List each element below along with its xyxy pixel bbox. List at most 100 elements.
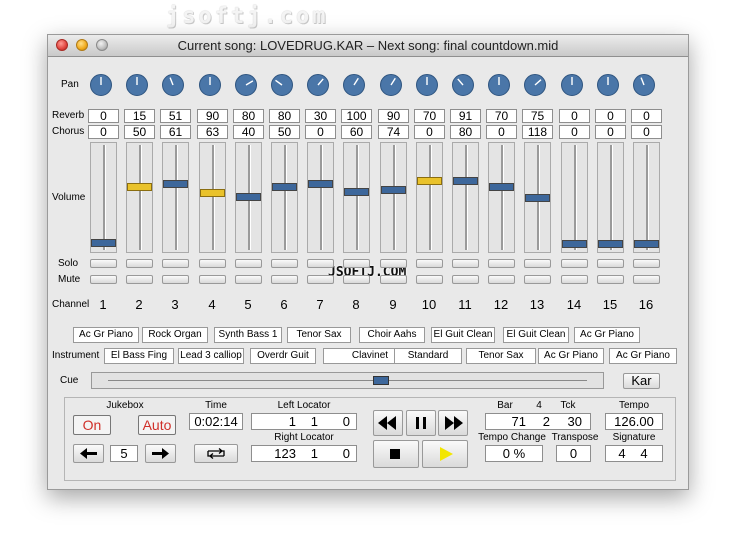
mute-button-16[interactable] — [633, 275, 660, 284]
position-field[interactable]: 71 2 30 — [485, 413, 591, 430]
volume-slider-7[interactable] — [307, 142, 334, 253]
reverb-value-9[interactable]: 90 — [378, 109, 409, 123]
instrument-select[interactable]: Synth Bass 1 — [214, 327, 282, 343]
pan-knob-9[interactable] — [380, 74, 402, 96]
pan-knob-7[interactable] — [307, 74, 329, 96]
instrument-select[interactable]: Ac Gr Piano — [609, 348, 677, 364]
mute-button-12[interactable] — [488, 275, 515, 284]
reverb-value-12[interactable]: 70 — [486, 109, 517, 123]
mute-button-3[interactable] — [162, 275, 189, 284]
jukebox-next-button[interactable] — [145, 444, 176, 463]
reverb-value-14[interactable]: 0 — [559, 109, 590, 123]
volume-slider-thumb[interactable] — [344, 188, 369, 196]
kar-button[interactable]: Kar — [623, 373, 660, 389]
jukebox-prev-button[interactable] — [73, 444, 104, 463]
jukebox-auto-button[interactable]: Auto — [138, 415, 176, 435]
volume-slider-thumb[interactable] — [272, 183, 297, 191]
chorus-value-7[interactable]: 0 — [305, 125, 336, 139]
volume-slider-thumb[interactable] — [200, 189, 225, 197]
reverb-value-10[interactable]: 70 — [414, 109, 445, 123]
pan-knob-3[interactable] — [162, 74, 184, 96]
pan-knob-1[interactable] — [90, 74, 112, 96]
solo-button-11[interactable] — [452, 259, 479, 268]
solo-button-2[interactable] — [126, 259, 153, 268]
volume-slider-thumb[interactable] — [562, 240, 587, 248]
volume-slider-15[interactable] — [597, 142, 624, 253]
reverb-value-11[interactable]: 91 — [450, 109, 481, 123]
cue-slider[interactable] — [91, 372, 604, 389]
solo-button-12[interactable] — [488, 259, 515, 268]
pan-knob-8[interactable] — [343, 74, 365, 96]
volume-slider-thumb[interactable] — [91, 239, 116, 247]
mute-button-14[interactable] — [561, 275, 588, 284]
chorus-value-11[interactable]: 80 — [450, 125, 481, 139]
volume-slider-thumb[interactable] — [417, 177, 442, 185]
fast-forward-button[interactable] — [438, 410, 468, 436]
mute-button-8[interactable] — [343, 275, 370, 284]
chorus-value-12[interactable]: 0 — [486, 125, 517, 139]
cue-slider-thumb[interactable] — [373, 376, 389, 385]
volume-slider-3[interactable] — [162, 142, 189, 253]
right-locator-field[interactable]: 123 1 0 — [251, 445, 357, 462]
rewind-button[interactable] — [373, 410, 403, 436]
volume-slider-10[interactable] — [416, 142, 443, 253]
pan-knob-12[interactable] — [488, 74, 510, 96]
volume-slider-thumb[interactable] — [598, 240, 623, 248]
volume-slider-thumb[interactable] — [163, 180, 188, 188]
chorus-value-4[interactable]: 63 — [197, 125, 228, 139]
solo-button-13[interactable] — [524, 259, 551, 268]
chorus-value-2[interactable]: 50 — [124, 125, 155, 139]
volume-slider-14[interactable] — [561, 142, 588, 253]
mute-button-15[interactable] — [597, 275, 624, 284]
mute-button-10[interactable] — [416, 275, 443, 284]
chorus-value-15[interactable]: 0 — [595, 125, 626, 139]
reverb-value-6[interactable]: 80 — [269, 109, 300, 123]
reverb-value-15[interactable]: 0 — [595, 109, 626, 123]
solo-button-16[interactable] — [633, 259, 660, 268]
instrument-select[interactable]: Lead 3 calliop — [178, 348, 244, 364]
reverb-value-2[interactable]: 15 — [124, 109, 155, 123]
instrument-select[interactable]: Choir Aahs — [359, 327, 425, 343]
pan-knob-15[interactable] — [597, 74, 619, 96]
chorus-value-13[interactable]: 118 — [522, 125, 553, 139]
tempo-value[interactable]: 126.00 — [605, 413, 663, 430]
reverb-value-16[interactable]: 0 — [631, 109, 662, 123]
volume-slider-6[interactable] — [271, 142, 298, 253]
mute-button-9[interactable] — [380, 275, 407, 284]
chorus-value-16[interactable]: 0 — [631, 125, 662, 139]
instrument-select[interactable]: Ac Gr Piano — [574, 327, 640, 343]
solo-button-1[interactable] — [90, 259, 117, 268]
solo-button-14[interactable] — [561, 259, 588, 268]
reverb-value-4[interactable]: 90 — [197, 109, 228, 123]
volume-slider-12[interactable] — [488, 142, 515, 253]
volume-slider-thumb[interactable] — [236, 193, 261, 201]
chorus-value-8[interactable]: 60 — [341, 125, 372, 139]
reverb-value-5[interactable]: 80 — [233, 109, 264, 123]
instrument-select[interactable]: Overdr Guit — [250, 348, 316, 364]
volume-slider-thumb[interactable] — [634, 240, 659, 248]
tempo-change-value[interactable]: 0 % — [485, 445, 543, 462]
mute-button-13[interactable] — [524, 275, 551, 284]
volume-slider-13[interactable] — [524, 142, 551, 253]
play-button[interactable] — [422, 440, 468, 468]
chorus-value-9[interactable]: 74 — [378, 125, 409, 139]
title-bar[interactable]: Current song: LOVEDRUG.KAR – Next song: … — [48, 35, 688, 57]
volume-slider-2[interactable] — [126, 142, 153, 253]
reverb-value-8[interactable]: 100 — [341, 109, 372, 123]
volume-slider-8[interactable] — [343, 142, 370, 253]
mute-button-6[interactable] — [271, 275, 298, 284]
solo-button-10[interactable] — [416, 259, 443, 268]
reverb-value-3[interactable]: 51 — [160, 109, 191, 123]
solo-button-4[interactable] — [199, 259, 226, 268]
chorus-value-3[interactable]: 61 — [160, 125, 191, 139]
mute-button-4[interactable] — [199, 275, 226, 284]
loop-button[interactable] — [194, 444, 238, 463]
chorus-value-5[interactable]: 40 — [233, 125, 264, 139]
left-locator-field[interactable]: 1 1 0 — [251, 413, 357, 430]
instrument-select[interactable]: El Guit Clean — [431, 327, 495, 343]
pause-button[interactable] — [406, 410, 436, 436]
mute-button-11[interactable] — [452, 275, 479, 284]
pan-knob-10[interactable] — [416, 74, 438, 96]
volume-slider-thumb[interactable] — [453, 177, 478, 185]
pan-knob-13[interactable] — [524, 74, 546, 96]
